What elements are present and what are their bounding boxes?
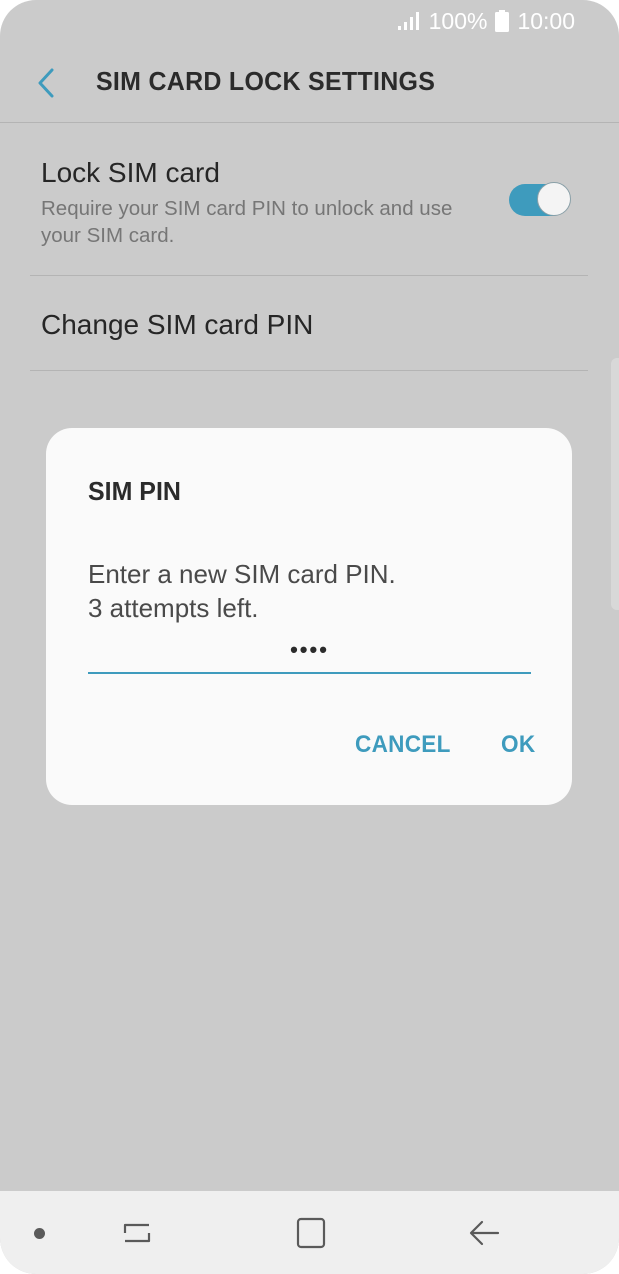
home-button[interactable]: [288, 1211, 332, 1255]
recent-apps-icon: [123, 1223, 151, 1243]
dialog-title: SIM PIN: [88, 476, 181, 506]
recent-apps-button[interactable]: [115, 1211, 159, 1255]
edge-panel-handle[interactable]: [611, 358, 619, 610]
page-title: SIM CARD LOCK SETTINGS: [96, 66, 436, 96]
attempts-left-text: 3 attempts left.: [88, 593, 259, 623]
pin-input[interactable]: [88, 628, 531, 674]
lock-sim-card-title: Lock SIM card: [41, 157, 220, 188]
navigation-bar: [0, 1191, 619, 1274]
battery-icon: [495, 10, 510, 32]
toggle-thumb: [537, 182, 571, 216]
battery-level: 100%: [428, 7, 488, 34]
status-bar: 100% 10:00: [397, 6, 575, 36]
change-sim-pin-title: Change SIM card PIN: [41, 309, 314, 340]
app-header: SIM CARD LOCK SETTINGS: [0, 46, 619, 122]
chevron-left-icon: [38, 68, 54, 98]
sim-pin-dialog: SIM PIN Enter a new SIM card PIN. 3 atte…: [46, 428, 572, 805]
ok-button[interactable]: OK: [501, 731, 535, 759]
back-button[interactable]: [26, 60, 70, 104]
clock: 10:00: [517, 7, 575, 34]
back-nav-button[interactable]: [462, 1211, 506, 1255]
dot-icon[interactable]: [34, 1228, 45, 1239]
phone-screen: 100% 10:00 SIM CARD LOCK SETTINGS Lock S…: [0, 0, 619, 1274]
lock-sim-card-description: Require your SIM card PIN to unlock and …: [41, 197, 453, 247]
lock-sim-card-toggle[interactable]: [509, 182, 573, 218]
back-arrow-icon: [469, 1220, 500, 1246]
header-divider: [0, 122, 619, 123]
row-divider: [30, 370, 588, 371]
change-sim-pin-row[interactable]: Change SIM card PIN: [0, 276, 619, 370]
home-icon: [296, 1217, 326, 1249]
signal-icon: [397, 11, 421, 31]
lock-sim-card-row[interactable]: Lock SIM card Require your SIM card PIN …: [0, 124, 619, 274]
dialog-message: Enter a new SIM card PIN.: [88, 559, 396, 589]
cancel-button[interactable]: CANCEL: [355, 731, 451, 759]
